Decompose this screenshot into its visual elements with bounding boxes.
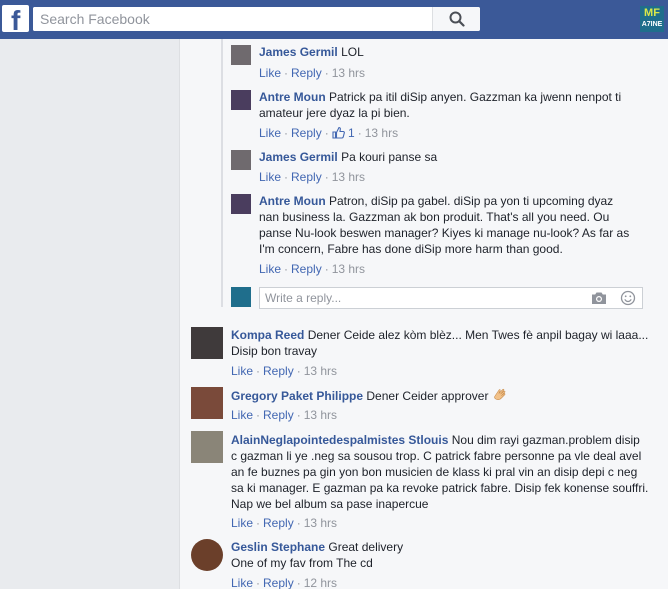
reply-link[interactable]: Reply <box>291 66 322 80</box>
comment-text: AlainNeglapointedespalmistes Stlouis Nou… <box>231 432 663 512</box>
comment-author[interactable]: Gregory Paket Philippe <box>231 389 363 403</box>
search-box <box>33 7 480 31</box>
like-link[interactable]: Like <box>259 126 281 140</box>
top-bar: f MF A7INE <box>0 0 668 39</box>
comment-meta: Like · Reply · 13 hrs <box>231 516 338 530</box>
avatar[interactable] <box>191 387 223 419</box>
timestamp[interactable]: 13 hrs <box>332 262 365 276</box>
comment-author[interactable]: Kompa Reed <box>231 328 304 342</box>
comment-author[interactable]: AlainNeglapointedespalmistes Stlouis <box>231 433 448 447</box>
timestamp[interactable]: 13 hrs <box>365 126 398 140</box>
comment-body-line: One of my fav from The cd <box>231 556 373 570</box>
avatar[interactable] <box>231 90 251 110</box>
like-count[interactable]: 1 <box>348 126 355 140</box>
reply-text: Antre Moun Patron, diSip pa gabel. diSip… <box>259 193 664 257</box>
reply-meta: Like · Reply · 13 hrs <box>259 262 366 276</box>
reply-meta: Like · Reply · 13 hrs <box>259 66 366 80</box>
timestamp[interactable]: 13 hrs <box>304 364 337 378</box>
reply-body-line: Patrick pa itil diSip anyen. Gazzman ka … <box>329 90 622 104</box>
comment-body-line: Nap we bel album sa pase inapercue <box>231 497 429 511</box>
clapping-hands-icon <box>494 388 506 400</box>
reply-body-line: nan business la. Gazzman ak bon produit.… <box>259 210 610 224</box>
reply-meta: Like · Reply · 13 hrs <box>259 170 366 184</box>
comment-body-line: Nou dim rayi gazman.problem disip <box>451 433 640 447</box>
reply-body: Pa kouri panse sa <box>341 150 438 164</box>
comment-meta: Like · Reply · 13 hrs <box>231 364 338 378</box>
reply-text: Antre Moun Patrick pa itil diSip anyen. … <box>259 89 654 121</box>
comment-body-line: Great delivery <box>328 540 404 554</box>
reply-body-line: panse Nu-look beswen manager? Kiyes ki m… <box>259 226 630 240</box>
reply-author[interactable]: James Germil <box>259 45 338 59</box>
avatar[interactable] <box>231 194 251 214</box>
comment-body: Dener Ceider approver <box>366 389 489 403</box>
thumbs-up-icon <box>332 126 345 139</box>
comment-meta: Like · Reply · 13 hrs <box>231 408 338 422</box>
like-link[interactable]: Like <box>259 170 281 184</box>
write-reply-box <box>259 287 643 309</box>
reply-link[interactable]: Reply <box>291 262 322 276</box>
like-link[interactable]: Like <box>231 408 253 422</box>
reply-author[interactable]: James Germil <box>259 150 338 164</box>
search-button[interactable] <box>432 7 480 31</box>
reply-link[interactable]: Reply <box>291 170 322 184</box>
search-icon <box>449 11 465 27</box>
comment-body-line: Dener Ceide alez kòm blèz... Men Twes fè… <box>307 328 649 342</box>
comment-body-line: sa ki manager. E gazman pa ka revoke pat… <box>231 481 649 495</box>
search-input[interactable] <box>33 7 433 31</box>
avatar[interactable] <box>191 327 223 359</box>
reply-text: James Germil Pa kouri panse sa <box>259 149 649 165</box>
reply-author[interactable]: Antre Moun <box>259 90 326 104</box>
reply-author[interactable]: Antre Moun <box>259 194 326 208</box>
reply-body: LOL <box>341 45 364 59</box>
page-logo-bottom: A7INE <box>641 21 663 28</box>
like-link[interactable]: Like <box>231 516 253 530</box>
reply-link[interactable]: Reply <box>263 576 294 589</box>
facebook-logo[interactable]: f <box>2 5 29 36</box>
comment-author[interactable]: Geslin Stephane <box>231 540 325 554</box>
reply-input[interactable] <box>260 288 580 308</box>
emoji-icon[interactable] <box>620 290 636 306</box>
comment-body-line: Disip bon travay <box>231 344 318 358</box>
reply-thread-rail <box>221 39 223 307</box>
comment-meta: Like · Reply · 12 hrs <box>231 576 338 589</box>
reply-link[interactable]: Reply <box>263 408 294 422</box>
page-logo-top: MF <box>644 7 660 19</box>
reply-meta: Like · Reply · 1 · 13 hrs <box>259 126 399 140</box>
reply-link[interactable]: Reply <box>291 126 322 140</box>
avatar[interactable] <box>191 539 223 571</box>
reply-text: James Germil LOL <box>259 44 649 60</box>
timestamp[interactable]: 13 hrs <box>332 170 365 184</box>
like-link[interactable]: Like <box>231 576 253 589</box>
reply-link[interactable]: Reply <box>263 516 294 530</box>
reply-body-line: Patron, diSip pa gabel. diSip pa yon ti … <box>329 194 614 208</box>
reply-body-line: amateur jere dyaz la pi bien. <box>259 106 410 120</box>
facebook-logo-letter: f <box>11 5 21 36</box>
timestamp[interactable]: 13 hrs <box>332 66 365 80</box>
current-user-avatar <box>231 287 251 307</box>
like-link[interactable]: Like <box>259 66 281 80</box>
like-link[interactable]: Like <box>231 364 253 378</box>
timestamp[interactable]: 12 hrs <box>304 576 337 589</box>
comment-body-line: an fe buznes pa gin yon bon musicien de … <box>231 465 638 479</box>
like-link[interactable]: Like <box>259 262 281 276</box>
comment-body-line: c gazman li ye .neg sa sousou trop. C pa… <box>231 449 642 463</box>
avatar[interactable] <box>231 45 251 65</box>
avatar[interactable] <box>231 150 251 170</box>
comment-text: Kompa Reed Dener Ceide alez kòm blèz... … <box>231 327 661 359</box>
timestamp[interactable]: 13 hrs <box>304 408 337 422</box>
reply-body-line: I'm concern, Fabre has done diSip more h… <box>259 242 563 256</box>
timestamp[interactable]: 13 hrs <box>304 516 337 530</box>
camera-icon[interactable] <box>591 291 607 305</box>
comment-text: Geslin Stephane Great delivery One of my… <box>231 539 663 571</box>
comment-text: Gregory Paket Philippe Dener Ceider appr… <box>231 387 661 404</box>
reply-link[interactable]: Reply <box>263 364 294 378</box>
page-logo[interactable]: MF A7INE <box>640 6 664 32</box>
avatar[interactable] <box>191 431 223 463</box>
